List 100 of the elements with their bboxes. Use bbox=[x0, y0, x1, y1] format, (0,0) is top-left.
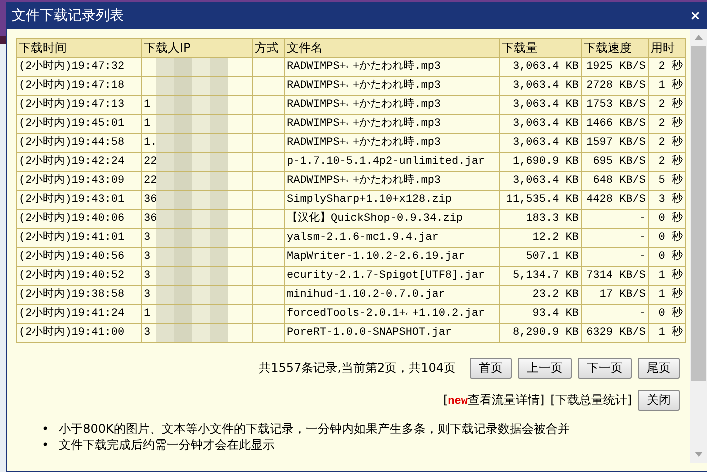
page-button[interactable]: 首页 bbox=[470, 358, 512, 379]
page-button[interactable]: 尾页 bbox=[638, 358, 680, 379]
bullet-marker: • bbox=[42, 437, 50, 453]
method-cell bbox=[252, 324, 284, 342]
page-button[interactable]: 下一页 bbox=[578, 358, 632, 379]
ip-cell: 3 bbox=[142, 286, 252, 304]
duration-cell: 0 秒 bbox=[648, 304, 686, 324]
speed-cell: - bbox=[582, 228, 648, 248]
method-cell bbox=[252, 96, 284, 114]
duration-cell: 2 秒 bbox=[648, 152, 686, 172]
time-cell: (2小时内)19:40:06 bbox=[16, 210, 142, 228]
duration-cell: 0 秒 bbox=[648, 228, 686, 248]
time-cell: (2小时内)19:47:18 bbox=[16, 76, 142, 96]
filename-cell: RADWIMPS+←+かたわれ時.mp3 bbox=[284, 134, 500, 152]
speed-cell: 1925 KB/S bbox=[582, 58, 648, 76]
method-cell bbox=[252, 114, 284, 134]
speed-cell: 1753 KB/S bbox=[582, 96, 648, 114]
column-header: 文件名 bbox=[284, 38, 500, 58]
download-stats-link[interactable]: [下载总量统计] bbox=[550, 392, 632, 409]
ip-cell: 36 bbox=[142, 190, 252, 210]
duration-cell: 2 秒 bbox=[648, 134, 686, 152]
close-button[interactable]: 关闭 bbox=[638, 390, 680, 411]
duration-cell: 1 秒 bbox=[648, 76, 686, 96]
ip-cell: 22 bbox=[142, 172, 252, 190]
filename-cell: MapWriter-1.10.2-2.6.19.jar bbox=[284, 248, 500, 266]
page-button[interactable]: 上一页 bbox=[518, 358, 572, 379]
speed-cell: 1597 KB/S bbox=[582, 134, 648, 152]
method-cell bbox=[252, 228, 284, 248]
record-summary: 共1557条记录,当前第2页，共104页 bbox=[259, 360, 456, 377]
time-cell: (2小时内)19:41:24 bbox=[16, 304, 142, 324]
filename-cell: SimplySharp+1.10+x128.zip bbox=[284, 190, 500, 210]
size-cell: 3,063.4 KB bbox=[500, 76, 582, 96]
speed-cell: 4428 KB/S bbox=[582, 190, 648, 210]
time-cell: (2小时内)19:47:32 bbox=[16, 58, 142, 76]
duration-cell: 1 秒 bbox=[648, 324, 686, 342]
method-cell bbox=[252, 304, 284, 324]
method-cell bbox=[252, 58, 284, 76]
speed-cell: - bbox=[582, 304, 648, 324]
method-cell bbox=[252, 76, 284, 96]
duration-cell: 1 秒 bbox=[648, 266, 686, 286]
duration-cell: 0 秒 bbox=[648, 210, 686, 228]
size-cell: 183.3 KB bbox=[500, 210, 582, 228]
size-cell: 93.4 KB bbox=[500, 304, 582, 324]
speed-cell: - bbox=[582, 248, 648, 266]
ip-cell: 1 bbox=[142, 304, 252, 324]
size-cell: 12.2 KB bbox=[500, 228, 582, 248]
scroll-thumb[interactable] bbox=[691, 46, 706, 381]
method-cell bbox=[252, 172, 284, 190]
size-cell: 11,535.4 KB bbox=[500, 190, 582, 210]
size-cell: 3,063.4 KB bbox=[500, 58, 582, 76]
note-item: 小于800K的图片、文本等小文件的下载记录，一分钟内如果产生多条，则下载记录数据会被合并 bbox=[59, 421, 570, 437]
duration-cell: 2 秒 bbox=[648, 96, 686, 114]
column-header: 下载量 bbox=[500, 38, 582, 58]
duration-cell: 0 秒 bbox=[648, 248, 686, 266]
column-header: 下载人IP bbox=[142, 38, 252, 58]
filename-cell: yalsm-2.1.6-mc1.9.4.jar bbox=[284, 228, 500, 248]
scrollbar[interactable] bbox=[690, 29, 707, 463]
ip-cell: 22 bbox=[142, 152, 252, 172]
ip-cell: 3 bbox=[142, 228, 252, 248]
speed-cell: 695 KB/S bbox=[582, 152, 648, 172]
speed-cell: 7314 KB/S bbox=[582, 266, 648, 286]
size-cell: 8,290.9 KB bbox=[500, 324, 582, 342]
method-cell bbox=[252, 210, 284, 228]
time-cell: (2小时内)19:44:58 bbox=[16, 134, 142, 152]
duration-cell: 3 秒 bbox=[648, 190, 686, 210]
column-header: 用时 bbox=[648, 38, 686, 58]
close-icon[interactable]: × bbox=[690, 8, 701, 24]
time-cell: (2小时内)19:41:01 bbox=[16, 228, 142, 248]
size-cell: 23.2 KB bbox=[500, 286, 582, 304]
speed-cell: 1466 KB/S bbox=[582, 114, 648, 134]
speed-cell: 648 KB/S bbox=[582, 172, 648, 190]
method-cell bbox=[252, 286, 284, 304]
size-cell: 507.1 KB bbox=[500, 248, 582, 266]
ip-cell: 1. bbox=[142, 134, 252, 152]
method-cell bbox=[252, 134, 284, 152]
filename-cell: 【汉化】QuickShop-0.9.34.zip bbox=[284, 210, 500, 228]
speed-cell: 2728 KB/S bbox=[582, 76, 648, 96]
time-cell: (2小时内)19:45:01 bbox=[16, 114, 142, 134]
traffic-details-link[interactable]: [new查看流量详情] bbox=[443, 392, 545, 409]
time-cell: (2小时内)19:43:01 bbox=[16, 190, 142, 210]
column-header: 下载时间 bbox=[16, 38, 142, 58]
filename-cell: forcedTools-2.0.1+←+1.10.2.jar bbox=[284, 304, 500, 324]
size-cell: 3,063.4 KB bbox=[500, 114, 582, 134]
ip-cell: 3 bbox=[142, 266, 252, 286]
note-item: 文件下载完成后约需一分钟才会在此显示 bbox=[59, 437, 276, 453]
size-cell: 3,063.4 KB bbox=[500, 96, 582, 114]
time-cell: (2小时内)19:41:00 bbox=[16, 324, 142, 342]
speed-cell: 6329 KB/S bbox=[582, 324, 648, 342]
size-cell: 3,063.4 KB bbox=[500, 172, 582, 190]
method-cell bbox=[252, 152, 284, 172]
size-cell: 3,063.4 KB bbox=[500, 134, 582, 152]
scroll-down-icon[interactable] bbox=[694, 452, 702, 457]
duration-cell: 5 秒 bbox=[648, 172, 686, 190]
method-cell bbox=[252, 266, 284, 286]
ip-cell: 36 bbox=[142, 210, 252, 228]
duration-cell: 2 秒 bbox=[648, 114, 686, 134]
filename-cell: RADWIMPS+←+かたわれ時.mp3 bbox=[284, 96, 500, 114]
column-header: 下载速度 bbox=[582, 38, 648, 58]
ip-cell: 1 bbox=[142, 96, 252, 114]
ip-cell: 3 bbox=[142, 248, 252, 266]
